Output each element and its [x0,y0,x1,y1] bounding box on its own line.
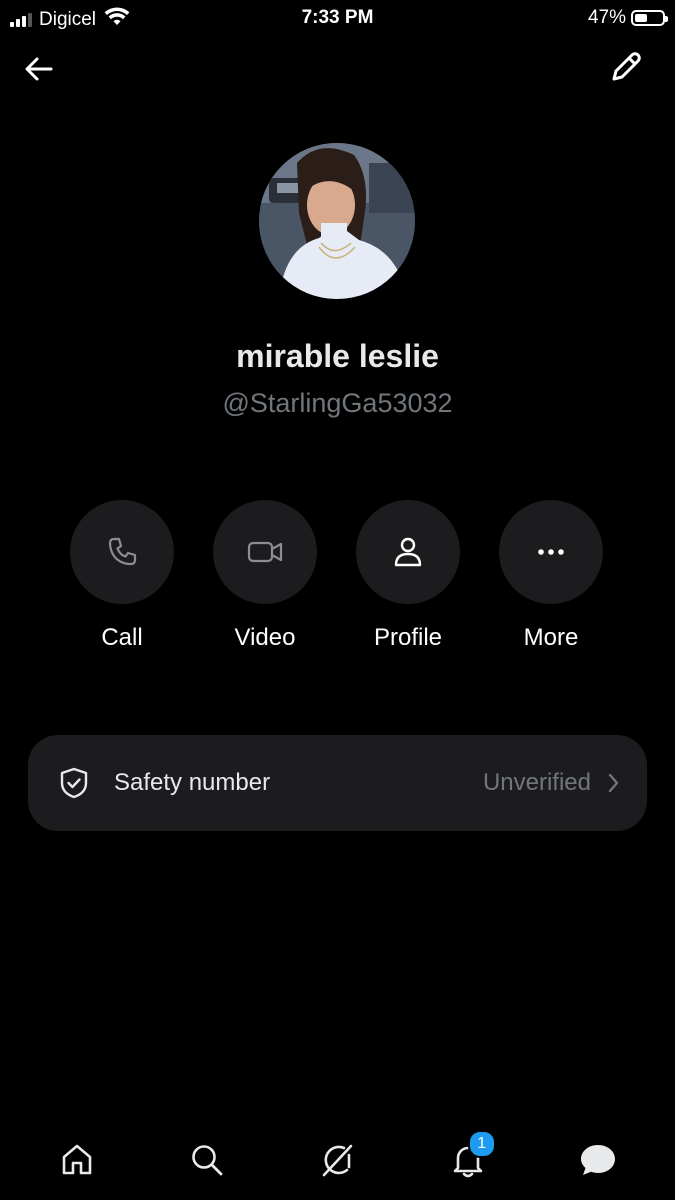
action-buttons: Call Video Profile More [70,500,603,652]
arrow-left-icon [25,57,53,81]
call-button-circle[interactable] [70,500,174,604]
messages-icon [580,1145,615,1175]
profile-button-circle[interactable] [356,500,460,604]
video-button[interactable]: Video [213,500,317,652]
profile-button[interactable]: Profile [356,500,460,652]
safety-number-row[interactable]: Safety number Unverified [28,735,647,831]
avatar[interactable] [259,143,415,299]
person-icon [394,537,422,567]
display-name: mirable leslie [236,338,439,374]
clock: 7:33 PM [301,7,374,28]
phone-icon [108,537,137,566]
tab-notifications[interactable]: 1 [438,1130,498,1190]
more-dots-icon [538,549,564,555]
battery-icon [631,10,668,26]
pencil-icon [612,52,641,81]
video-button-circle[interactable] [213,500,317,604]
status-bar: Digicel 7:33 PM 47% [0,0,675,40]
grok-icon [323,1144,353,1177]
user-handle: @StarlingGa53032 [222,388,453,418]
video-camera-icon [247,541,283,563]
tab-grok[interactable] [307,1130,367,1190]
video-label: Video [234,624,296,651]
tab-home[interactable] [47,1130,107,1190]
edit-button[interactable] [609,50,643,84]
bottom-tab-bar: 1 [0,1120,675,1200]
tab-search[interactable] [177,1130,237,1190]
battery-percent: 47% [587,7,626,28]
profile-label: Profile [373,624,443,651]
more-label: More [523,624,579,651]
more-button-circle[interactable] [499,500,603,604]
call-button[interactable]: Call [70,500,174,652]
safety-number-label: Safety number [114,769,271,796]
tab-messages[interactable] [568,1130,628,1190]
call-label: Call [101,624,143,651]
home-icon [62,1144,92,1175]
avatar-photo [259,143,415,299]
verification-status: Unverified [482,769,591,796]
back-button[interactable] [22,52,56,86]
search-icon [192,1145,223,1176]
chevron-right-icon [608,773,619,793]
shield-check-icon [60,767,88,799]
notification-badge: 1 [467,1130,496,1158]
more-button[interactable]: More [499,500,603,652]
